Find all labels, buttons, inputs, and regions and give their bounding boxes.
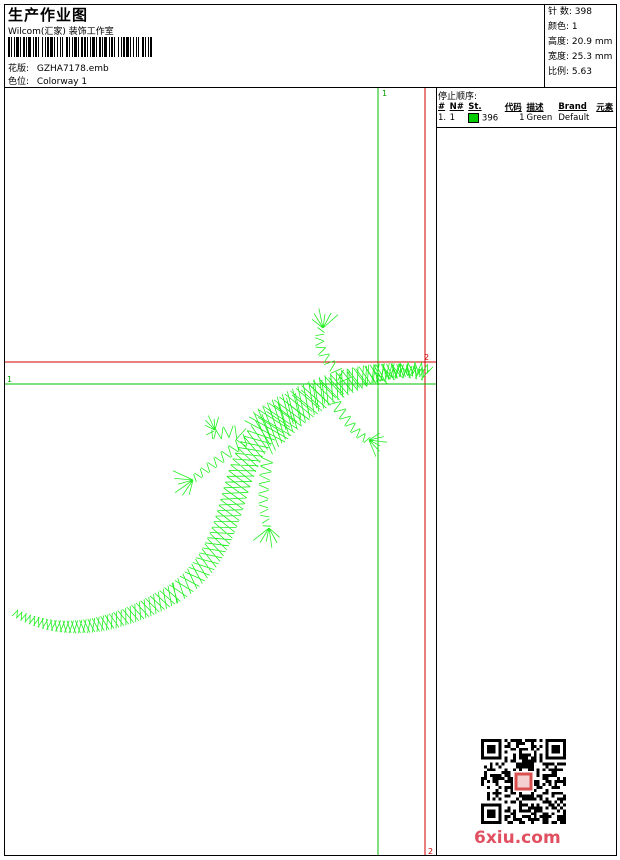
barcode [8, 37, 152, 57]
table-row-divider [437, 127, 617, 128]
col-desc: 描述 [526, 103, 544, 113]
sidebar-divider [436, 88, 437, 855]
stat-colors: 颜色: 1 [548, 22, 578, 32]
design-label: 花版: [8, 64, 30, 74]
guide-label-v2: 2 [428, 847, 433, 855]
thread-table: # N# St. 代码 描述 Brand 元素 1. 1 396 1 Green… [437, 101, 617, 124]
col-brand: Brand [558, 102, 587, 112]
design-row: 花版: GZHA7178.emb [8, 61, 109, 74]
qr-code [481, 739, 566, 824]
design-canvas: 1 1 2 2 [5, 88, 436, 855]
lizard-embroidery [11, 308, 434, 634]
col-element: 元素 [596, 103, 614, 113]
col-index: # [438, 102, 446, 112]
stats-panel: 针 数: 398 颜色: 1 高度: 20.9 mm 宽度: 25.3 mm 比… [548, 5, 612, 80]
guide-label-v1: 1 [382, 89, 387, 98]
page-title: 生产作业图 [8, 6, 89, 24]
colorway-label: 色位: [8, 77, 30, 87]
table-row: 1. 1 396 1 Green Default [438, 113, 590, 124]
col-n: N# [449, 102, 464, 112]
stat-height: 高度: 20.9 mm [548, 37, 613, 47]
guide-label-h2: 2 [424, 353, 429, 362]
col-stitches: St. [468, 102, 482, 112]
watermark-logo: 6xiu.com [474, 828, 561, 848]
colorway-row: 色位: Colorway 1 [8, 74, 87, 87]
colorway-value: Colorway 1 [36, 77, 88, 87]
thread-table-header: # N# St. 代码 描述 Brand 元素 [437, 101, 617, 113]
col-code: 代码 [504, 103, 522, 113]
stat-stitches: 针 数: 398 [548, 7, 592, 17]
stat-scale: 比例: 5.63 [548, 67, 592, 77]
stat-width: 宽度: 25.3 mm [548, 52, 613, 62]
design-file: GZHA7178.emb [36, 64, 109, 74]
header-stats-divider [544, 4, 545, 88]
guide-label-h1: 1 [7, 375, 12, 384]
color-swatch [468, 113, 480, 123]
studio-name: Wilcom(汇家) 装饰工作室 [8, 27, 114, 37]
